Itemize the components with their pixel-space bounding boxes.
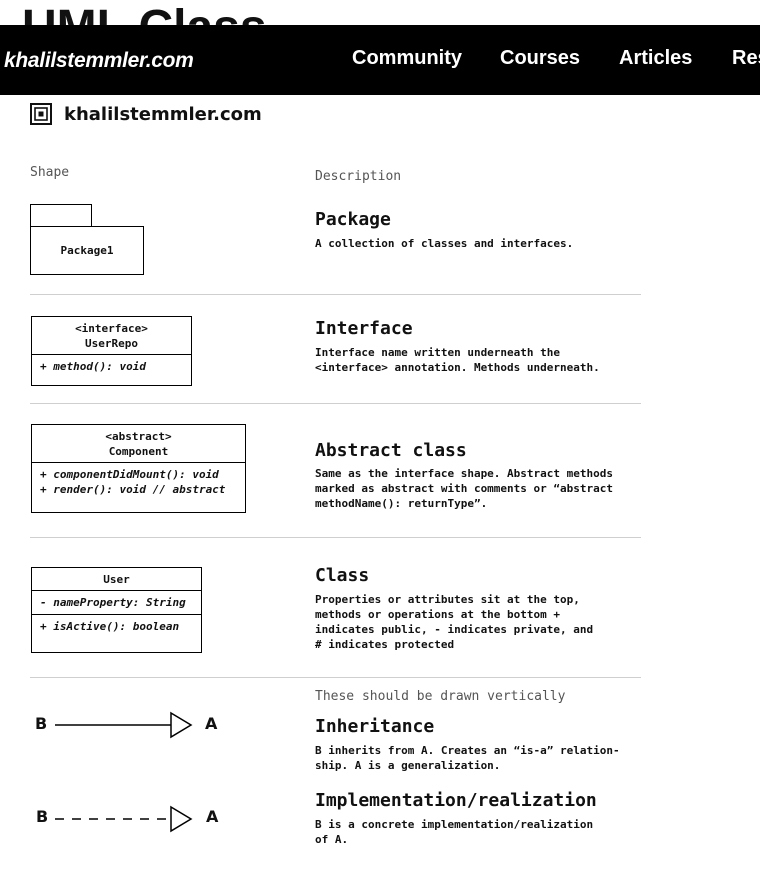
implementation-target-label: A xyxy=(206,807,219,826)
abstract-method-1: + componentDidMount(): void xyxy=(40,468,219,481)
abstract-stereotype: <abstract> xyxy=(105,430,172,443)
class-method: + isActive(): boolean xyxy=(32,614,201,638)
inheritance-source-label: B xyxy=(35,714,48,733)
row-divider xyxy=(30,537,641,538)
interface-title: Interface xyxy=(315,318,413,339)
package-description: A collection of classes and interfaces. xyxy=(315,237,574,250)
package-body: Package1 xyxy=(30,226,144,275)
inheritance-arrow-icon xyxy=(55,711,193,739)
implementation-title: Implementation/realization xyxy=(315,790,597,811)
relations-note: These should be drawn vertically xyxy=(315,689,566,704)
site-brand-link[interactable]: khalilstemmler.com xyxy=(4,49,194,73)
class-shape: User - nameProperty: String + isActive()… xyxy=(31,567,202,653)
column-header-shape: Shape xyxy=(30,165,70,180)
realization-arrow-icon xyxy=(55,805,193,833)
class-property: - nameProperty: String xyxy=(32,590,201,614)
package-title: Package xyxy=(315,209,391,230)
abstract-methods: + componentDidMount(): void + render(): … xyxy=(32,462,245,501)
implementation-description: B is a concrete implementation/realizati… xyxy=(315,818,594,846)
nav-item-community[interactable]: Community xyxy=(352,47,462,70)
inheritance-description: B inherits from A. Creates an “is-a” rel… xyxy=(315,744,620,772)
abstract-method-2: + render(): void // abstract xyxy=(40,483,226,496)
class-title: Class xyxy=(315,565,370,586)
row-divider xyxy=(30,294,641,295)
nav-item-resources[interactable]: Res xyxy=(732,47,760,70)
class-description: Properties or attributes sit at the top,… xyxy=(315,593,594,651)
inheritance-title: Inheritance xyxy=(315,716,435,737)
abstract-class-title: Abstract class xyxy=(315,440,467,461)
nav-item-courses[interactable]: Courses xyxy=(500,47,580,70)
abstract-class-name: Component xyxy=(108,445,169,458)
page-title: UML Class Diagram xyxy=(22,0,442,27)
abstract-class-shape: <abstract> Component + componentDidMount… xyxy=(31,424,246,513)
top-navigation-bar: khalilstemmler.com Community Courses Art… xyxy=(0,25,760,95)
cheatsheet-logo: khalilstemmler.com xyxy=(30,103,262,125)
class-name: User xyxy=(103,573,130,586)
interface-stereotype: <interface> xyxy=(75,322,148,335)
package-tab xyxy=(30,204,92,228)
column-header-description: Description xyxy=(315,169,402,184)
inheritance-target-label: A xyxy=(205,714,218,733)
row-divider xyxy=(30,677,641,678)
interface-method: + method(): void xyxy=(32,354,191,378)
interface-header: <interface> UserRepo xyxy=(32,317,191,354)
package-label: Package1 xyxy=(60,244,114,257)
page-title-text: UML Class Diagram xyxy=(22,2,442,27)
concentric-squares-logo-icon xyxy=(30,103,52,125)
interface-description: Interface name written underneath the <i… xyxy=(315,346,600,374)
cheatsheet-logo-text: khalilstemmler.com xyxy=(64,103,262,125)
abstract-class-header: <abstract> Component xyxy=(32,425,245,462)
nav-item-articles[interactable]: Articles xyxy=(619,47,692,70)
interface-name: UserRepo xyxy=(85,337,138,350)
abstract-class-description: Same as the interface shape. Abstract me… xyxy=(315,467,614,510)
interface-shape: <interface> UserRepo + method(): void xyxy=(31,316,192,386)
implementation-source-label: B xyxy=(36,807,49,826)
row-divider xyxy=(30,403,641,404)
